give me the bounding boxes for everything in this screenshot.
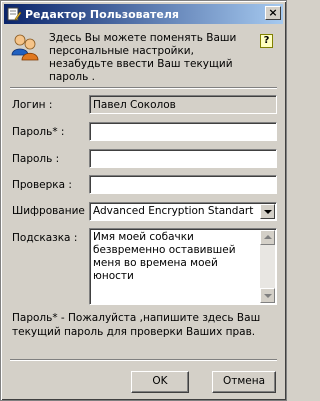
login-label: Логин : xyxy=(12,99,53,111)
close-button[interactable]: × xyxy=(265,6,281,20)
help-icon[interactable]: ? xyxy=(260,34,273,48)
password-label: Пароль : xyxy=(12,153,60,165)
title-bar[interactable]: Редактор Пользователя × xyxy=(4,4,283,24)
scroll-down-icon[interactable] xyxy=(260,288,275,303)
confirm-label: Проверка : xyxy=(12,179,72,191)
password-field[interactable] xyxy=(89,149,277,168)
top-divider xyxy=(10,87,277,89)
cancel-button[interactable]: Отмена xyxy=(212,371,276,393)
encryption-label: Шифрование : xyxy=(12,205,92,217)
intro-text: Здесь Вы можете поменять Ваши персональн… xyxy=(49,32,237,83)
hint-text: Имя моей собачки безвременно оставившей … xyxy=(93,231,236,282)
scroll-up-icon[interactable] xyxy=(260,230,275,245)
footnote: Пароль* - Пожалуйста ,напишите здесь Ваш… xyxy=(12,312,261,338)
users-icon xyxy=(11,34,39,61)
ok-button[interactable]: OK xyxy=(131,371,189,393)
window-title: Редактор Пользователя xyxy=(25,7,179,21)
login-field xyxy=(89,95,277,114)
encryption-select[interactable]: Advanced Encryption Standart xyxy=(89,202,277,221)
current-password-label: Пароль* : xyxy=(12,126,65,138)
user-editor-dialog: Редактор Пользователя × Здесь Вы можете … xyxy=(0,0,287,401)
hint-label: Подсказка : xyxy=(12,232,78,244)
current-password-field[interactable] xyxy=(89,122,277,141)
hint-textarea[interactable]: Имя моей собачки безвременно оставившей … xyxy=(89,228,277,305)
encryption-value: Advanced Encryption Standart xyxy=(93,205,254,217)
confirm-field[interactable] xyxy=(89,175,277,194)
bottom-divider xyxy=(10,359,277,361)
user-edit-icon xyxy=(7,7,22,21)
hint-scrollbar[interactable] xyxy=(260,230,275,303)
chevron-down-icon[interactable] xyxy=(260,204,275,219)
